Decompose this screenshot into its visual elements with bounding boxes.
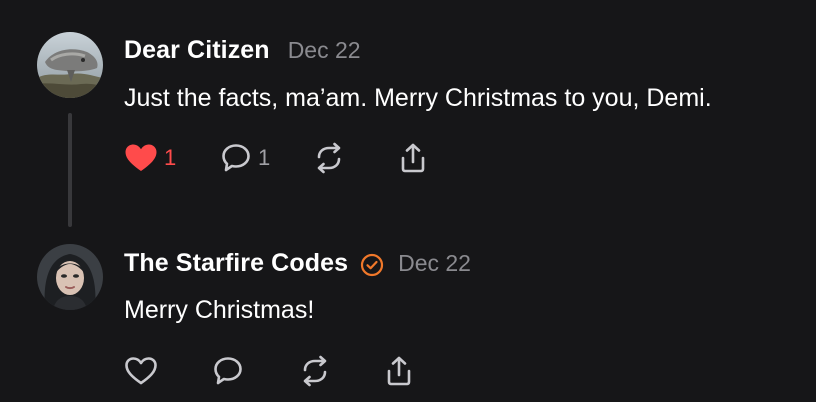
share-upload-icon — [387, 356, 411, 386]
reply-button[interactable]: 1 — [220, 142, 294, 174]
repost-arrows-icon — [303, 355, 327, 387]
post-header: Dear Citizen Dec 22 — [124, 36, 361, 65]
like-count: 1 — [164, 145, 177, 170]
share-button[interactable] — [384, 355, 414, 387]
heart-icon — [125, 144, 157, 171]
reply-button[interactable] — [212, 355, 244, 387]
reply-thread: Dear Citizen Dec 22 Just the facts, ma’a… — [0, 0, 816, 402]
avatar-image — [37, 32, 103, 98]
comment-bubble-icon — [214, 357, 242, 385]
post-date[interactable]: Dec 22 — [398, 250, 471, 277]
share-upload-icon — [401, 143, 425, 173]
author-name[interactable]: The Starfire Codes — [124, 249, 348, 278]
post-header: The Starfire Codes Dec 22 — [124, 249, 471, 278]
repost-button[interactable] — [312, 142, 346, 174]
post-actions — [124, 354, 414, 388]
avatar-image — [37, 244, 103, 310]
like-button[interactable] — [124, 356, 158, 386]
post-date[interactable]: Dec 22 — [288, 37, 361, 64]
heart-icon — [125, 357, 157, 385]
like-button[interactable]: 1 — [124, 143, 182, 173]
post-actions: 1 1 — [124, 141, 428, 175]
repost-arrows-icon — [317, 142, 341, 174]
avatar[interactable] — [37, 244, 103, 310]
verified-check-badge-icon — [360, 253, 384, 277]
post-text: Just the facts, ma’am. Merry Christmas t… — [124, 84, 712, 112]
reply-count: 1 — [258, 145, 271, 170]
comment-bubble-icon — [222, 144, 250, 172]
author-name[interactable]: Dear Citizen — [124, 36, 270, 65]
post-text: Merry Christmas! — [124, 296, 315, 324]
share-button[interactable] — [398, 142, 428, 174]
thread-connector-line — [68, 113, 72, 227]
repost-button[interactable] — [298, 355, 332, 387]
avatar[interactable] — [37, 32, 103, 98]
